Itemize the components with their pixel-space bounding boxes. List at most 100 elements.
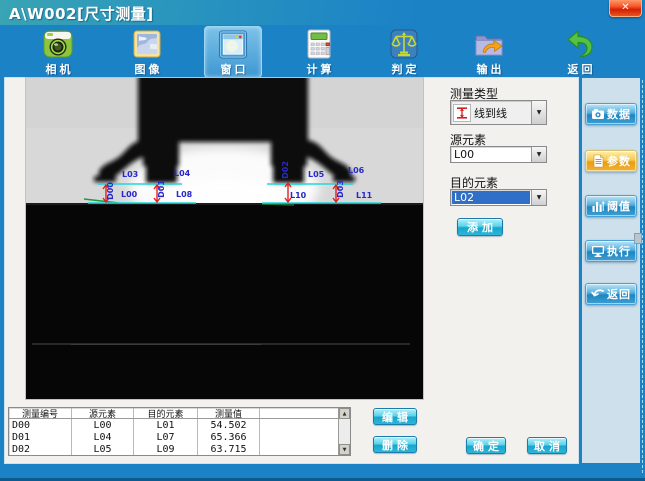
dimension-label: D03 bbox=[337, 180, 345, 198]
line-label: L10 bbox=[290, 192, 306, 200]
cell-source: L00 bbox=[72, 419, 134, 431]
calculator-icon bbox=[303, 28, 335, 60]
toolbar-button-image[interactable]: 图像 bbox=[118, 26, 176, 78]
toolbar-label: 判定 bbox=[389, 61, 420, 77]
cell-value: 65.366 bbox=[198, 431, 260, 443]
table-header-target: 目的元素 bbox=[134, 408, 198, 418]
toolbar-button-output[interactable]: 输出 bbox=[460, 26, 518, 78]
toolbar-label: 输出 bbox=[474, 61, 505, 77]
line-label: L00 bbox=[121, 191, 137, 199]
window-title: A\W002[尺寸测量] bbox=[9, 3, 154, 24]
toolbar-label: 返回 bbox=[565, 61, 596, 77]
ok-button[interactable]: 确定 bbox=[466, 437, 506, 454]
target-element-select[interactable]: L02 ▼ bbox=[450, 189, 547, 206]
measurement-scene bbox=[26, 78, 423, 399]
scroll-down-icon[interactable]: ▼ bbox=[339, 444, 350, 455]
threshold-icon bbox=[591, 199, 605, 213]
dimension-label: D00 bbox=[107, 182, 115, 200]
line-label: L03 bbox=[122, 171, 138, 179]
table-scrollbar[interactable]: ▲ ▼ bbox=[338, 408, 350, 455]
chevron-down-icon[interactable]: ▼ bbox=[531, 101, 546, 124]
cell-id: D01 bbox=[9, 431, 72, 443]
edit-button[interactable]: 编辑 bbox=[373, 408, 417, 425]
add-button[interactable]: 添加 bbox=[457, 218, 503, 236]
table-header-row: 测量编号 源元素 目的元素 测量值 bbox=[9, 408, 338, 419]
toolbar-label: 计算 bbox=[304, 61, 335, 77]
dimension-label: D01 bbox=[158, 180, 166, 198]
cell-extra bbox=[260, 431, 338, 443]
side-button-strip bbox=[582, 78, 640, 463]
params-button[interactable]: 参数 bbox=[585, 150, 637, 172]
delete-button[interactable]: 删除 bbox=[373, 436, 417, 453]
cell-target: L07 bbox=[134, 431, 198, 443]
app-window: A\W002[尺寸测量] ✕ 相机 图像 bbox=[0, 0, 645, 481]
side-button-label: 参数 bbox=[607, 153, 631, 169]
camera-small-icon bbox=[591, 107, 605, 121]
data-button[interactable]: 数据 bbox=[585, 103, 637, 125]
cancel-button[interactable]: 取消 bbox=[527, 437, 567, 454]
dimension-label: D02 bbox=[282, 161, 290, 179]
scales-icon bbox=[388, 28, 420, 60]
line-to-line-icon bbox=[453, 104, 471, 122]
back-icon bbox=[564, 28, 596, 60]
measure-type-value: 线到线 bbox=[471, 105, 531, 121]
cell-value: 54.502 bbox=[198, 419, 260, 431]
execute-button[interactable]: 执行 bbox=[585, 240, 637, 262]
content-panel: L03 L04 L00 L08 L05 L06 L10 L11 D00 D01 … bbox=[5, 78, 578, 463]
table-row[interactable]: D00 L00 L01 54.502 bbox=[9, 419, 338, 431]
cell-id: D00 bbox=[9, 419, 72, 431]
toolbar-button-calculate[interactable]: 计算 bbox=[290, 26, 348, 78]
export-icon bbox=[473, 28, 505, 60]
titlebar[interactable]: A\W002[尺寸测量] bbox=[0, 0, 645, 25]
toolbar-label: 窗口 bbox=[218, 61, 249, 77]
return-button[interactable]: 返回 bbox=[585, 283, 637, 305]
side-button-label: 数据 bbox=[607, 106, 631, 122]
document-icon bbox=[591, 154, 605, 168]
cell-target: L01 bbox=[134, 419, 198, 431]
toolbar-label: 图像 bbox=[132, 61, 163, 77]
resize-grip[interactable] bbox=[634, 233, 642, 244]
image-icon bbox=[131, 28, 163, 60]
toolbar-button-camera[interactable]: 相机 bbox=[29, 26, 87, 78]
cell-value: 63.715 bbox=[198, 443, 260, 455]
cell-source: L05 bbox=[72, 443, 134, 455]
measure-type-select[interactable]: 线到线 ▼ bbox=[450, 100, 547, 125]
cell-id: D02 bbox=[9, 443, 72, 455]
source-element-value: L00 bbox=[451, 148, 531, 161]
line-label: L04 bbox=[174, 170, 190, 178]
side-button-label: 阈值 bbox=[607, 198, 631, 214]
cell-extra bbox=[260, 443, 338, 455]
threshold-button[interactable]: 阈值 bbox=[585, 195, 637, 217]
table-header-value: 测量值 bbox=[198, 408, 260, 418]
close-button[interactable]: ✕ bbox=[609, 0, 642, 17]
scroll-up-icon[interactable]: ▲ bbox=[339, 408, 350, 419]
toolbar-button-window[interactable]: 窗口 bbox=[204, 26, 262, 78]
line-label: L08 bbox=[176, 191, 192, 199]
window-border bbox=[642, 80, 643, 473]
line-label: L06 bbox=[348, 167, 364, 175]
chevron-down-icon[interactable]: ▼ bbox=[531, 190, 546, 205]
table-header-extra bbox=[260, 408, 338, 418]
table-row[interactable]: D01 L04 L07 65.366 bbox=[9, 431, 338, 443]
table-header-source: 源元素 bbox=[72, 408, 134, 418]
line-label: L11 bbox=[356, 192, 372, 200]
target-element-value: L02 bbox=[452, 191, 530, 204]
window-icon bbox=[217, 29, 249, 60]
monitor-icon bbox=[591, 244, 605, 258]
toolbar-label: 相机 bbox=[43, 61, 74, 77]
line-label: L05 bbox=[308, 171, 324, 179]
camera-image-view[interactable]: L03 L04 L00 L08 L05 L06 L10 L11 D00 D01 … bbox=[26, 78, 423, 399]
toolbar-button-judge[interactable]: 判定 bbox=[375, 26, 433, 78]
return-arrow-icon bbox=[591, 287, 605, 301]
camera-icon bbox=[42, 28, 74, 60]
chevron-down-icon[interactable]: ▼ bbox=[531, 147, 546, 162]
cell-extra bbox=[260, 419, 338, 431]
table-row[interactable]: D02 L05 L09 63.715 bbox=[9, 443, 338, 455]
side-button-label: 返回 bbox=[607, 286, 631, 302]
cell-target: L09 bbox=[134, 443, 198, 455]
toolbar-button-return[interactable]: 返回 bbox=[551, 26, 609, 78]
source-element-select[interactable]: L00 ▼ bbox=[450, 146, 547, 163]
side-button-label: 执行 bbox=[607, 243, 631, 259]
cell-source: L04 bbox=[72, 431, 134, 443]
measurement-table: 测量编号 源元素 目的元素 测量值 D00 L00 L01 54.502 D01… bbox=[8, 407, 351, 456]
